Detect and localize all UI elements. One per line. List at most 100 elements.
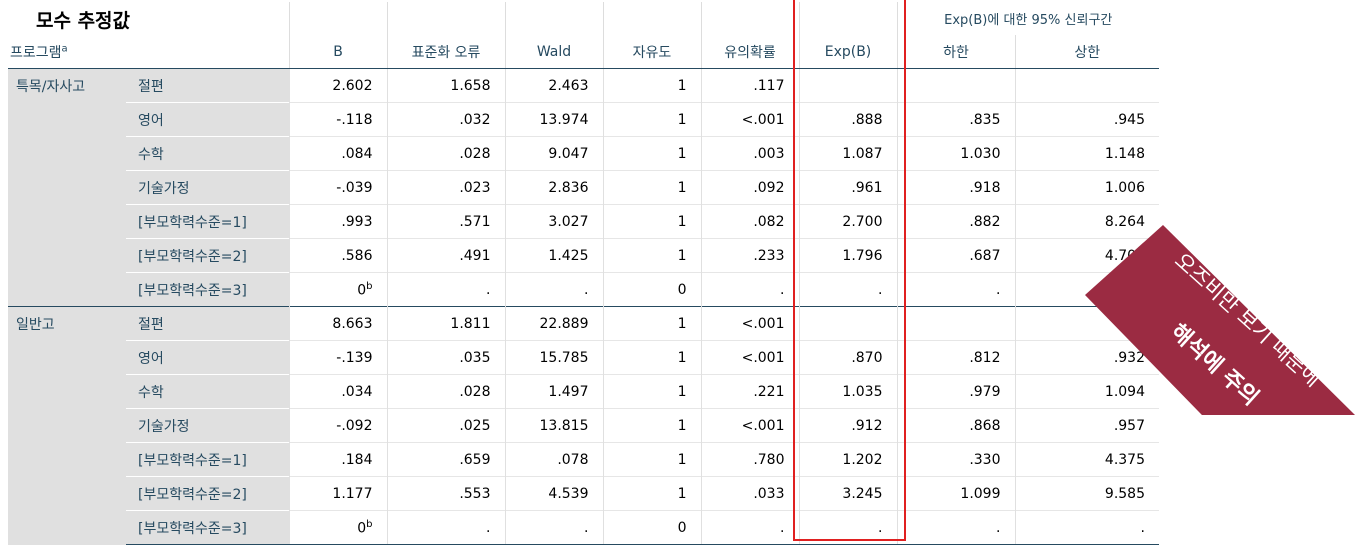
cell-value: 1 (677, 77, 687, 94)
cell-df: 1 (602, 102, 701, 137)
cell-value: 13.974 (539, 111, 589, 128)
cell-value: .659 (459, 451, 491, 468)
cell-lower: .812 (896, 340, 1015, 375)
cell-value: 8.663 (332, 315, 373, 332)
cell-lower: .979 (896, 374, 1015, 409)
cell-expb: .888 (798, 102, 897, 137)
cell-expb (798, 306, 897, 341)
table-row: [부모학력수준=3] 0b.. 0.... (8, 272, 1159, 307)
row-label: 수학 (126, 374, 289, 409)
cell-value: .993 (341, 213, 373, 230)
cell-value: .571 (459, 213, 491, 230)
cell-upper: 8.264 (1014, 204, 1159, 239)
cell-b: -.139 (288, 340, 387, 375)
cell-value: .034 (341, 383, 373, 400)
cell-value: .882 (969, 213, 1001, 230)
cell-std-error: 1.811 (386, 306, 505, 341)
row-label: [부모학력수준=2] (126, 476, 289, 511)
group-label: 일반고 (8, 306, 126, 545)
cell-b: 0b (288, 272, 387, 307)
cell-df: 1 (602, 442, 701, 477)
footnote-marker: b (366, 518, 373, 530)
cell-value: . (878, 519, 883, 536)
cell-value: <.001 (741, 111, 785, 128)
cell-df: 1 (602, 238, 701, 273)
cell-upper: 4.375 (1014, 442, 1159, 477)
cell-value: 15.785 (539, 349, 589, 366)
table-row: 영어 -.118 .032 13.974 1 <.001 .888 .835 .945 (8, 102, 1159, 137)
cell-wald: . (504, 510, 603, 545)
cell-value: 1 (677, 485, 687, 502)
cell-value: .912 (851, 417, 883, 434)
cell-value: <.001 (741, 315, 785, 332)
cell-expb: . (798, 272, 897, 307)
cell-expb: .870 (798, 340, 897, 375)
table-row: 수학 .034 .028 1.497 1 .221 1.035 .979 1.094 (8, 374, 1159, 409)
cell-value: 1 (677, 315, 687, 332)
cell-value: 1.099 (960, 485, 1001, 502)
table-title: 모수 추정값 (36, 10, 131, 32)
cell-value: .032 (459, 111, 491, 128)
cell-sig: .117 (700, 68, 799, 103)
cell-wald: . (504, 272, 603, 307)
table-body: 특목/자사고 절편 2.602 1.658 2.463 1 .117 영어 -.118 .032 1… (8, 68, 1159, 545)
cell-value: . (486, 281, 491, 298)
table-row: 기술가정 -.039 .023 2.836 1 .092 .961 .918 1.006 (8, 170, 1159, 205)
cell-value: . (996, 281, 1001, 298)
cell-expb: 3.245 (798, 476, 897, 511)
cell-wald: 1.425 (504, 238, 603, 273)
cell-value: . (996, 519, 1001, 536)
cell-upper: .957 (1014, 408, 1159, 443)
cell-sig: .033 (700, 476, 799, 511)
cell-std-error: .659 (386, 442, 505, 477)
parameter-estimates-table: Exp(B)에 대한 95% 신뢰구간 프로그램a B 표준화 오류 Wald … (8, 2, 1159, 545)
cell-value: .957 (1113, 417, 1145, 434)
cell-sig: .233 (700, 238, 799, 273)
cell-value: .028 (459, 383, 491, 400)
cell-value: .812 (969, 349, 1001, 366)
cell-b: 8.663 (288, 306, 387, 341)
cell-wald: 9.047 (504, 136, 603, 171)
cell-df: 0 (602, 510, 701, 545)
cell-value: 1.202 (842, 451, 883, 468)
footnote-marker: b (366, 280, 373, 292)
cell-std-error: .028 (386, 374, 505, 409)
ribbon-line2: 해석에 주의 (1166, 319, 1264, 410)
cell-sig: <.001 (700, 408, 799, 443)
cell-value: .918 (969, 179, 1001, 196)
cell-upper: .932 (1014, 340, 1159, 375)
cell-value: 2.602 (332, 77, 373, 94)
cell-value: 4.700 (1104, 247, 1145, 264)
cell-value: 1 (677, 111, 687, 128)
cell-value: .780 (753, 451, 785, 468)
cell-value: 1.497 (548, 383, 589, 400)
cell-expb: 1.035 (798, 374, 897, 409)
cell-b: 2.602 (288, 68, 387, 103)
cell-value: 1.035 (842, 383, 883, 400)
program-header: 프로그램a (8, 35, 289, 69)
cell-std-error: .553 (386, 476, 505, 511)
cell-wald: 3.027 (504, 204, 603, 239)
cell-expb: . (798, 510, 897, 545)
cell-wald: 13.974 (504, 102, 603, 137)
cell-value: .491 (459, 247, 491, 264)
cell-value: .092 (753, 179, 785, 196)
cell-sig: <.001 (700, 340, 799, 375)
table-row: [부모학력수준=2] .586 .491 1.425 1 .233 1.796 .687 4.7… (8, 238, 1159, 273)
cell-value: 0 (677, 281, 687, 298)
cell-value: .028 (459, 145, 491, 162)
cell-lower: . (896, 272, 1015, 307)
row-label: [부모학력수준=3] (126, 510, 289, 545)
cell-value: 8.264 (1104, 213, 1145, 230)
cell-value: . (780, 519, 785, 536)
cell-lower (896, 306, 1015, 341)
cell-b: 1.177 (288, 476, 387, 511)
cell-value: . (486, 519, 491, 536)
cell-value: .025 (459, 417, 491, 434)
cell-value: .687 (969, 247, 1001, 264)
cell-wald: 15.785 (504, 340, 603, 375)
cell-b: 0b (288, 510, 387, 545)
cell-value: .221 (753, 383, 785, 400)
cell-value: -.092 (336, 417, 373, 434)
cell-value: 0 (357, 282, 367, 299)
